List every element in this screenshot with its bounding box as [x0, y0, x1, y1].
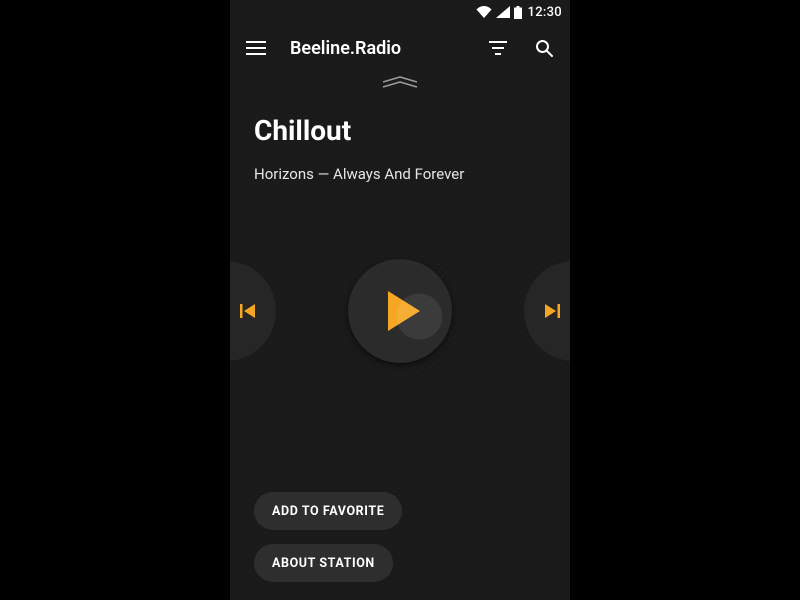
station-name: Chillout — [254, 114, 546, 147]
expand-handle[interactable] — [230, 78, 570, 88]
app-title: Beeline.Radio — [290, 38, 401, 59]
track-title: Horizons — Always And Forever — [254, 165, 546, 183]
menu-button[interactable] — [240, 32, 272, 64]
wifi-icon — [476, 6, 492, 18]
previous-button[interactable] — [230, 261, 276, 361]
skip-previous-icon — [238, 301, 258, 321]
search-icon — [535, 39, 553, 57]
search-button[interactable] — [528, 32, 560, 64]
status-time: 12:30 — [528, 5, 562, 20]
next-button[interactable] — [524, 261, 570, 361]
app-bar: Beeline.Radio — [230, 24, 570, 72]
hamburger-icon — [246, 41, 266, 55]
action-buttons: ADD TO FAVORITE ABOUT STATION — [254, 492, 402, 582]
play-button[interactable] — [348, 259, 452, 363]
play-icon — [380, 289, 420, 333]
player-controls — [230, 221, 570, 401]
skip-next-icon — [542, 301, 562, 321]
status-bar: 12:30 — [230, 0, 570, 24]
cell-signal-icon — [496, 6, 510, 18]
filter-button[interactable] — [482, 32, 514, 64]
chevron-up-icon — [381, 83, 419, 88]
battery-icon — [514, 6, 522, 19]
filter-icon — [489, 41, 507, 55]
about-station-button[interactable]: ABOUT STATION — [254, 544, 393, 582]
stage: 12:30 Beeline.Radio — [0, 0, 800, 600]
phone-frame: 12:30 Beeline.Radio — [230, 0, 570, 600]
add-favorite-button[interactable]: ADD TO FAVORITE — [254, 492, 402, 530]
now-playing: Chillout Horizons — Always And Forever — [230, 88, 570, 183]
